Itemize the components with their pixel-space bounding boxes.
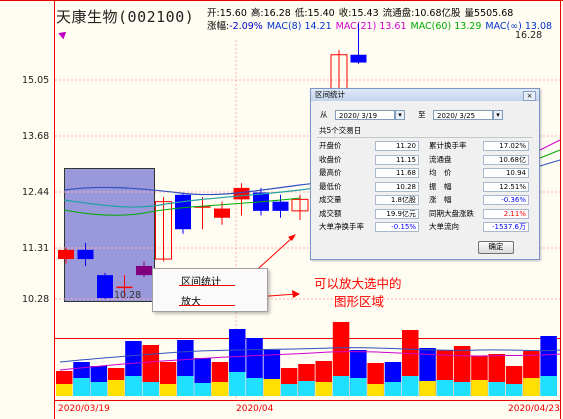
annotation-text: 可以放大选中的 图形区域 [314, 275, 402, 311]
stock-chart-window: 天康生物(002100) 开:15.60 高:16.28 低:15.40 收:15.4… [0, 0, 563, 419]
arrow-head-annotation-icon [292, 290, 300, 298]
annotation-line-2: 图形区域 [334, 294, 385, 309]
context-menu: 区间统计 放大 [152, 268, 268, 312]
annotation-arrows [237, 234, 300, 299]
underline-zoom [179, 305, 235, 306]
underline-interval-stats [179, 285, 235, 286]
annotation-line-1: 可以放大选中的 [314, 276, 402, 291]
